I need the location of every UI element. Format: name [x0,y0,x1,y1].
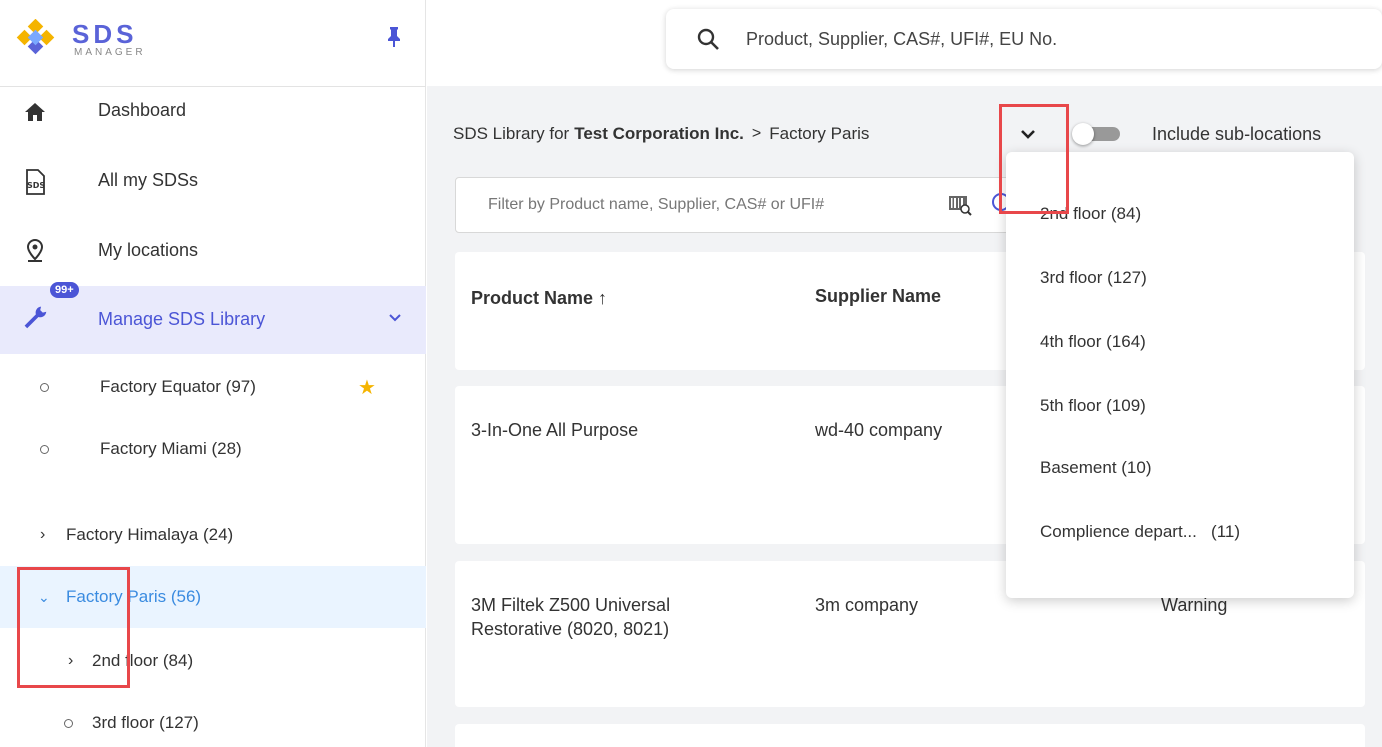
nav-label: My locations [98,240,199,260]
breadcrumb-separator: > [751,125,762,142]
column-header-supplier[interactable]: Supplier Name [815,286,941,307]
nav-label: All my SDSs [98,170,199,190]
product-name[interactable]: 3-In-One All Purpose [471,418,638,442]
column-header-product[interactable]: Product Name ↑ [471,288,607,309]
dropdown-item-5th-floor[interactable]: 5th floor (109) [1040,396,1146,416]
search-icon [696,27,720,51]
breadcrumb-company[interactable]: Test Corporation Inc. [574,124,744,144]
product-name[interactable]: 3M Filtek Z500 Universal Restorative (80… [471,593,670,641]
global-search-input[interactable]: Product, Supplier, CAS#, UFI#, EU No. [666,9,1382,69]
sds-document-icon: SDS [22,169,48,195]
table-row[interactable] [455,724,1365,747]
favorite-location[interactable]: Factory Miami (28) [0,418,426,480]
chevron-right-icon[interactable]: › [40,526,45,544]
star-icon[interactable]: ★ [358,375,376,400]
nav-manage-sds-library[interactable]: 99+ Manage SDS Library [0,282,426,354]
nav-label: Manage SDS Library [98,309,266,329]
logo-diamond-icon [10,18,64,59]
svg-text:SDS: SDS [27,181,45,190]
favorite-label: Factory Miami (28) [100,439,242,458]
include-sub-locations-toggle[interactable] [1072,123,1122,145]
logo-subtitle: MANAGER [74,46,146,58]
dropdown-item-4th-floor[interactable]: 4th floor (164) [1040,332,1146,352]
breadcrumb-location[interactable]: Factory Paris [769,124,869,144]
nav-all-my-sdss[interactable]: SDS All my SDSs [0,150,426,214]
chevron-down-icon[interactable] [388,310,402,324]
bullet-icon [40,382,49,392]
toggle-knob [1072,123,1094,145]
supplier-name: wd-40 company [815,420,943,440]
dropdown-item-basement[interactable]: Basement (10) [1040,458,1152,478]
supplier-name: 3m company [815,595,919,615]
tree-item-3rd-floor[interactable]: 3rd floor (127) [0,692,426,747]
tree-label: Factory Himalaya (24) [66,525,234,544]
dropdown-item-3rd-floor[interactable]: 3rd floor (127) [1040,268,1147,288]
filter-input[interactable]: Filter by Product name, Supplier, CAS# o… [455,177,1015,233]
search-placeholder: Product, Supplier, CAS#, UFI#, EU No. [746,29,1058,49]
column-header-label: Product Name [471,288,594,308]
notification-badge: 99+ [50,282,79,298]
location-pin-icon [22,237,48,263]
location-dropdown-menu: 2nd floor (84) 3rd floor (127) 4th floor… [1006,152,1354,598]
dropdown-item-complience-department[interactable]: Complience depart... (11) [1040,522,1240,542]
pin-icon[interactable] [386,26,402,48]
home-icon [22,99,48,125]
tree-label: 3rd floor (127) [92,713,199,732]
barcode-scan-icon[interactable] [948,194,972,216]
bullet-icon [64,718,73,728]
nav-dashboard[interactable]: Dashboard [0,80,426,144]
filter-placeholder: Filter by Product name, Supplier, CAS# o… [488,196,825,213]
bullet-icon [40,444,49,454]
highlight-box [17,567,130,688]
tree-item-factory-himalaya[interactable]: › Factory Himalaya (24) [0,504,426,566]
logo-title: SDS [72,18,138,49]
nav-label: Dashboard [98,100,187,120]
highlight-box [999,104,1069,214]
favorite-location[interactable]: Factory Equator (97) ★ [0,356,426,418]
breadcrumb: SDS Library for Test Corporation Inc. > … [453,124,869,144]
breadcrumb-prefix: SDS Library for [453,124,570,143]
favorite-label: Factory Equator (97) [100,377,256,396]
sds-manager-logo[interactable]: SDS MANAGER [10,14,146,64]
nav-my-locations[interactable]: My locations [0,218,426,282]
sort-arrow-icon[interactable]: ↑ [598,288,607,308]
include-sub-locations-label: Include sub-locations [1152,124,1322,144]
wrench-icon [22,304,48,330]
